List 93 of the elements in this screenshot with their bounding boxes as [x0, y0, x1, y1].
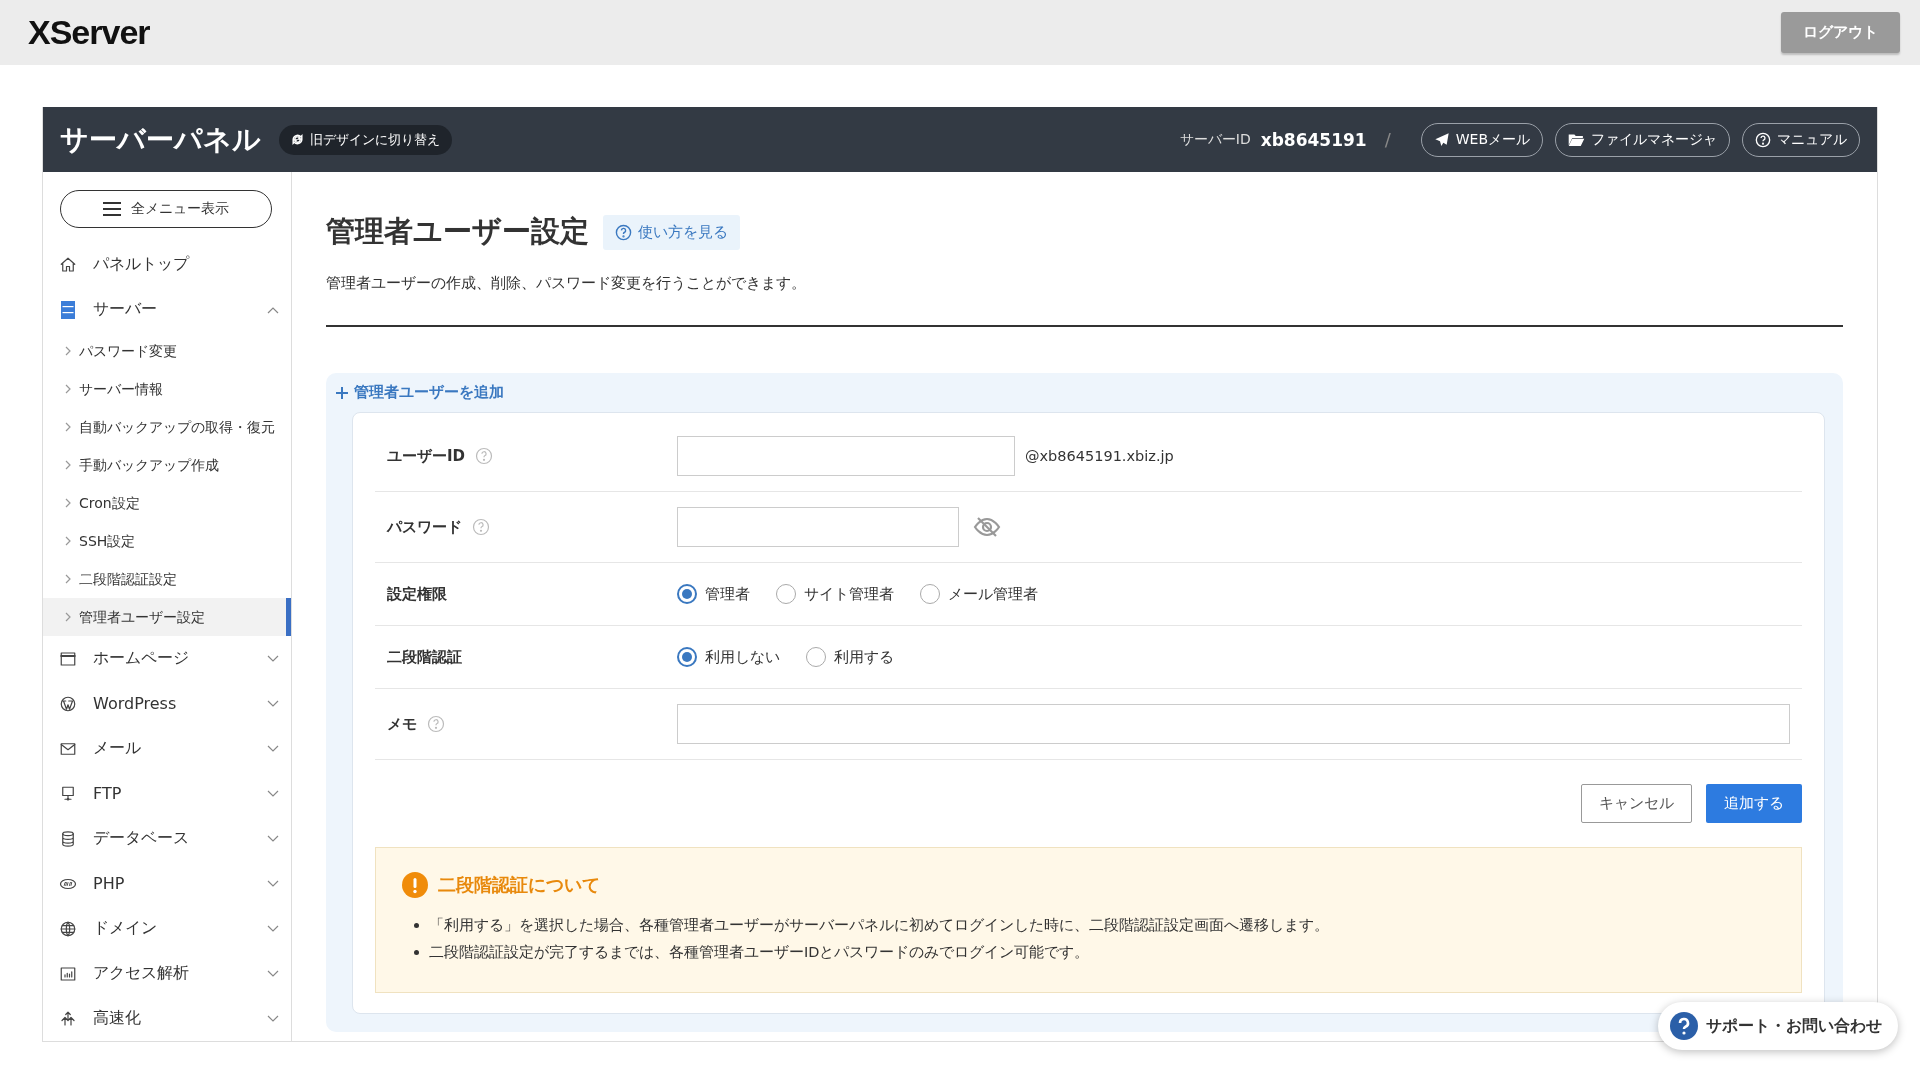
globe-icon [59, 919, 77, 938]
field-label: ユーザーID [387, 446, 466, 466]
sidebar-item[interactable]: パネルトップ [43, 242, 291, 287]
sidebar-item[interactable]: WordPress [43, 681, 291, 726]
notice-text: 二段階認証設定が完了するまでは、各種管理者ユーザーIDとパスワードのみでログイン可能です。 [429, 943, 1090, 962]
separator: / [1384, 129, 1391, 150]
sidebar-subitem[interactable]: 二段階認証設定 [43, 560, 291, 598]
chevron-down-icon [267, 969, 279, 978]
help-icon [1670, 1012, 1698, 1040]
radio-button[interactable] [677, 647, 697, 667]
rocket-arrows-icon [59, 1009, 77, 1028]
sidebar-item[interactable]: データベース [43, 816, 291, 861]
menu-icon [103, 202, 121, 216]
chevron-down-icon [267, 834, 279, 843]
chevron-right-icon [65, 346, 71, 356]
chevron-down-icon [267, 654, 279, 663]
page-description: 管理者ユーザーの作成、削除、パスワード変更を行うことができます。 [326, 274, 807, 293]
chevron-right-icon [65, 422, 71, 432]
chevron-right-icon [65, 574, 71, 584]
field-label: メモ [387, 714, 417, 734]
chevron-right-icon [65, 612, 71, 622]
help-icon [615, 223, 632, 241]
help-icon[interactable] [472, 518, 490, 536]
warning-icon [402, 872, 428, 898]
chevron-down-icon [267, 789, 279, 798]
sidebar-item[interactable]: PHP [43, 861, 291, 906]
notice-title: 二段階認証について [438, 873, 600, 897]
sidebar-item[interactable]: FTP [43, 771, 291, 816]
server-id: xb8645191 [1260, 129, 1367, 150]
server-icon [59, 299, 77, 320]
sidebar-subitem[interactable]: 手動バックアップ作成 [43, 446, 291, 484]
radio-button[interactable] [677, 584, 697, 604]
field-label: 設定権限 [387, 584, 447, 604]
chevron-down-icon [267, 924, 279, 933]
chevron-down-icon [267, 1014, 279, 1023]
sidebar-subitem[interactable]: SSH設定 [43, 522, 291, 560]
chevron-down-icon [267, 879, 279, 888]
chevron-down-icon [267, 699, 279, 708]
chevron-right-icon [65, 498, 71, 508]
browser-window-icon [59, 649, 77, 668]
user-id-field[interactable] [677, 436, 1015, 476]
radio-option[interactable]: 利用する [806, 647, 894, 667]
paper-plane-icon [1433, 131, 1450, 148]
chevron-down-icon [267, 744, 279, 753]
field-label: 二段階認証 [387, 647, 462, 667]
add-user-toggle[interactable]: 管理者ユーザーを追加 [336, 383, 504, 402]
monitor-icon [59, 784, 77, 803]
server-id-label: サーバーID [1179, 130, 1251, 149]
sidebar-item[interactable]: ドメイン [43, 906, 291, 951]
field-label: パスワード [387, 517, 462, 537]
help-icon[interactable] [427, 715, 445, 733]
logo[interactable]: XServer [28, 13, 150, 52]
sidebar-subitem[interactable]: Cron設定 [43, 484, 291, 522]
memo-field[interactable] [677, 704, 1790, 744]
folder-icon [1568, 132, 1585, 147]
home-icon [59, 255, 77, 274]
page-title: 管理者ユーザー設定 [326, 213, 589, 250]
radio-option[interactable]: サイト管理者 [776, 584, 894, 604]
switch-design-button[interactable]: 旧デザインに切り替え [279, 124, 452, 155]
sidebar-subitem[interactable]: 自動バックアップの取得・復元 [43, 408, 291, 446]
sidebar-item[interactable]: メール [43, 726, 291, 771]
chevron-right-icon [65, 460, 71, 470]
bar-chart-icon [59, 964, 77, 983]
bullet-icon [414, 923, 419, 928]
database-icon [59, 829, 77, 848]
domain-suffix: @xb8645191.xbiz.jp [1025, 448, 1174, 464]
panel-title: サーバーパネル [60, 121, 261, 158]
support-button[interactable]: サポート・お問い合わせ [1658, 1002, 1898, 1050]
chevron-right-icon [65, 536, 71, 546]
password-field[interactable] [677, 507, 959, 547]
help-icon [1755, 131, 1771, 148]
help-icon[interactable] [475, 447, 494, 465]
sidebar-subitem[interactable]: サーバー情報 [43, 370, 291, 408]
radio-option[interactable]: 利用しない [677, 647, 780, 667]
chevron-right-icon [65, 384, 71, 394]
chevron-up-icon [267, 305, 279, 314]
notice-text: 「利用する」を選択した場合、各種管理者ユーザーがサーバーパネルに初めてログインした時に、二段階認証設定画面へ遷移します。 [429, 916, 1329, 935]
sidebar-subitem[interactable]: 管理者ユーザー設定 [43, 598, 291, 636]
sidebar-item[interactable]: アクセス解析 [43, 951, 291, 996]
cancel-button[interactable]: キャンセル [1581, 784, 1692, 823]
all-menu-button[interactable]: 全メニュー表示 [60, 190, 272, 228]
sidebar-item[interactable]: 高速化 [43, 996, 291, 1041]
radio-option[interactable]: メール管理者 [920, 584, 1038, 604]
radio-option[interactable]: 管理者 [677, 584, 750, 604]
how-to-link[interactable]: 使い方を見る [603, 214, 740, 250]
sidebar-item[interactable]: サーバー [43, 287, 291, 332]
sidebar-item[interactable]: ホームページ [43, 636, 291, 681]
bullet-icon [414, 950, 419, 955]
plus-icon [336, 386, 348, 399]
wordpress-icon [59, 694, 77, 713]
eye-slash-icon[interactable] [973, 516, 1001, 538]
sidebar-subitem[interactable]: パスワード変更 [43, 332, 291, 370]
add-button[interactable]: 追加する [1706, 784, 1802, 823]
